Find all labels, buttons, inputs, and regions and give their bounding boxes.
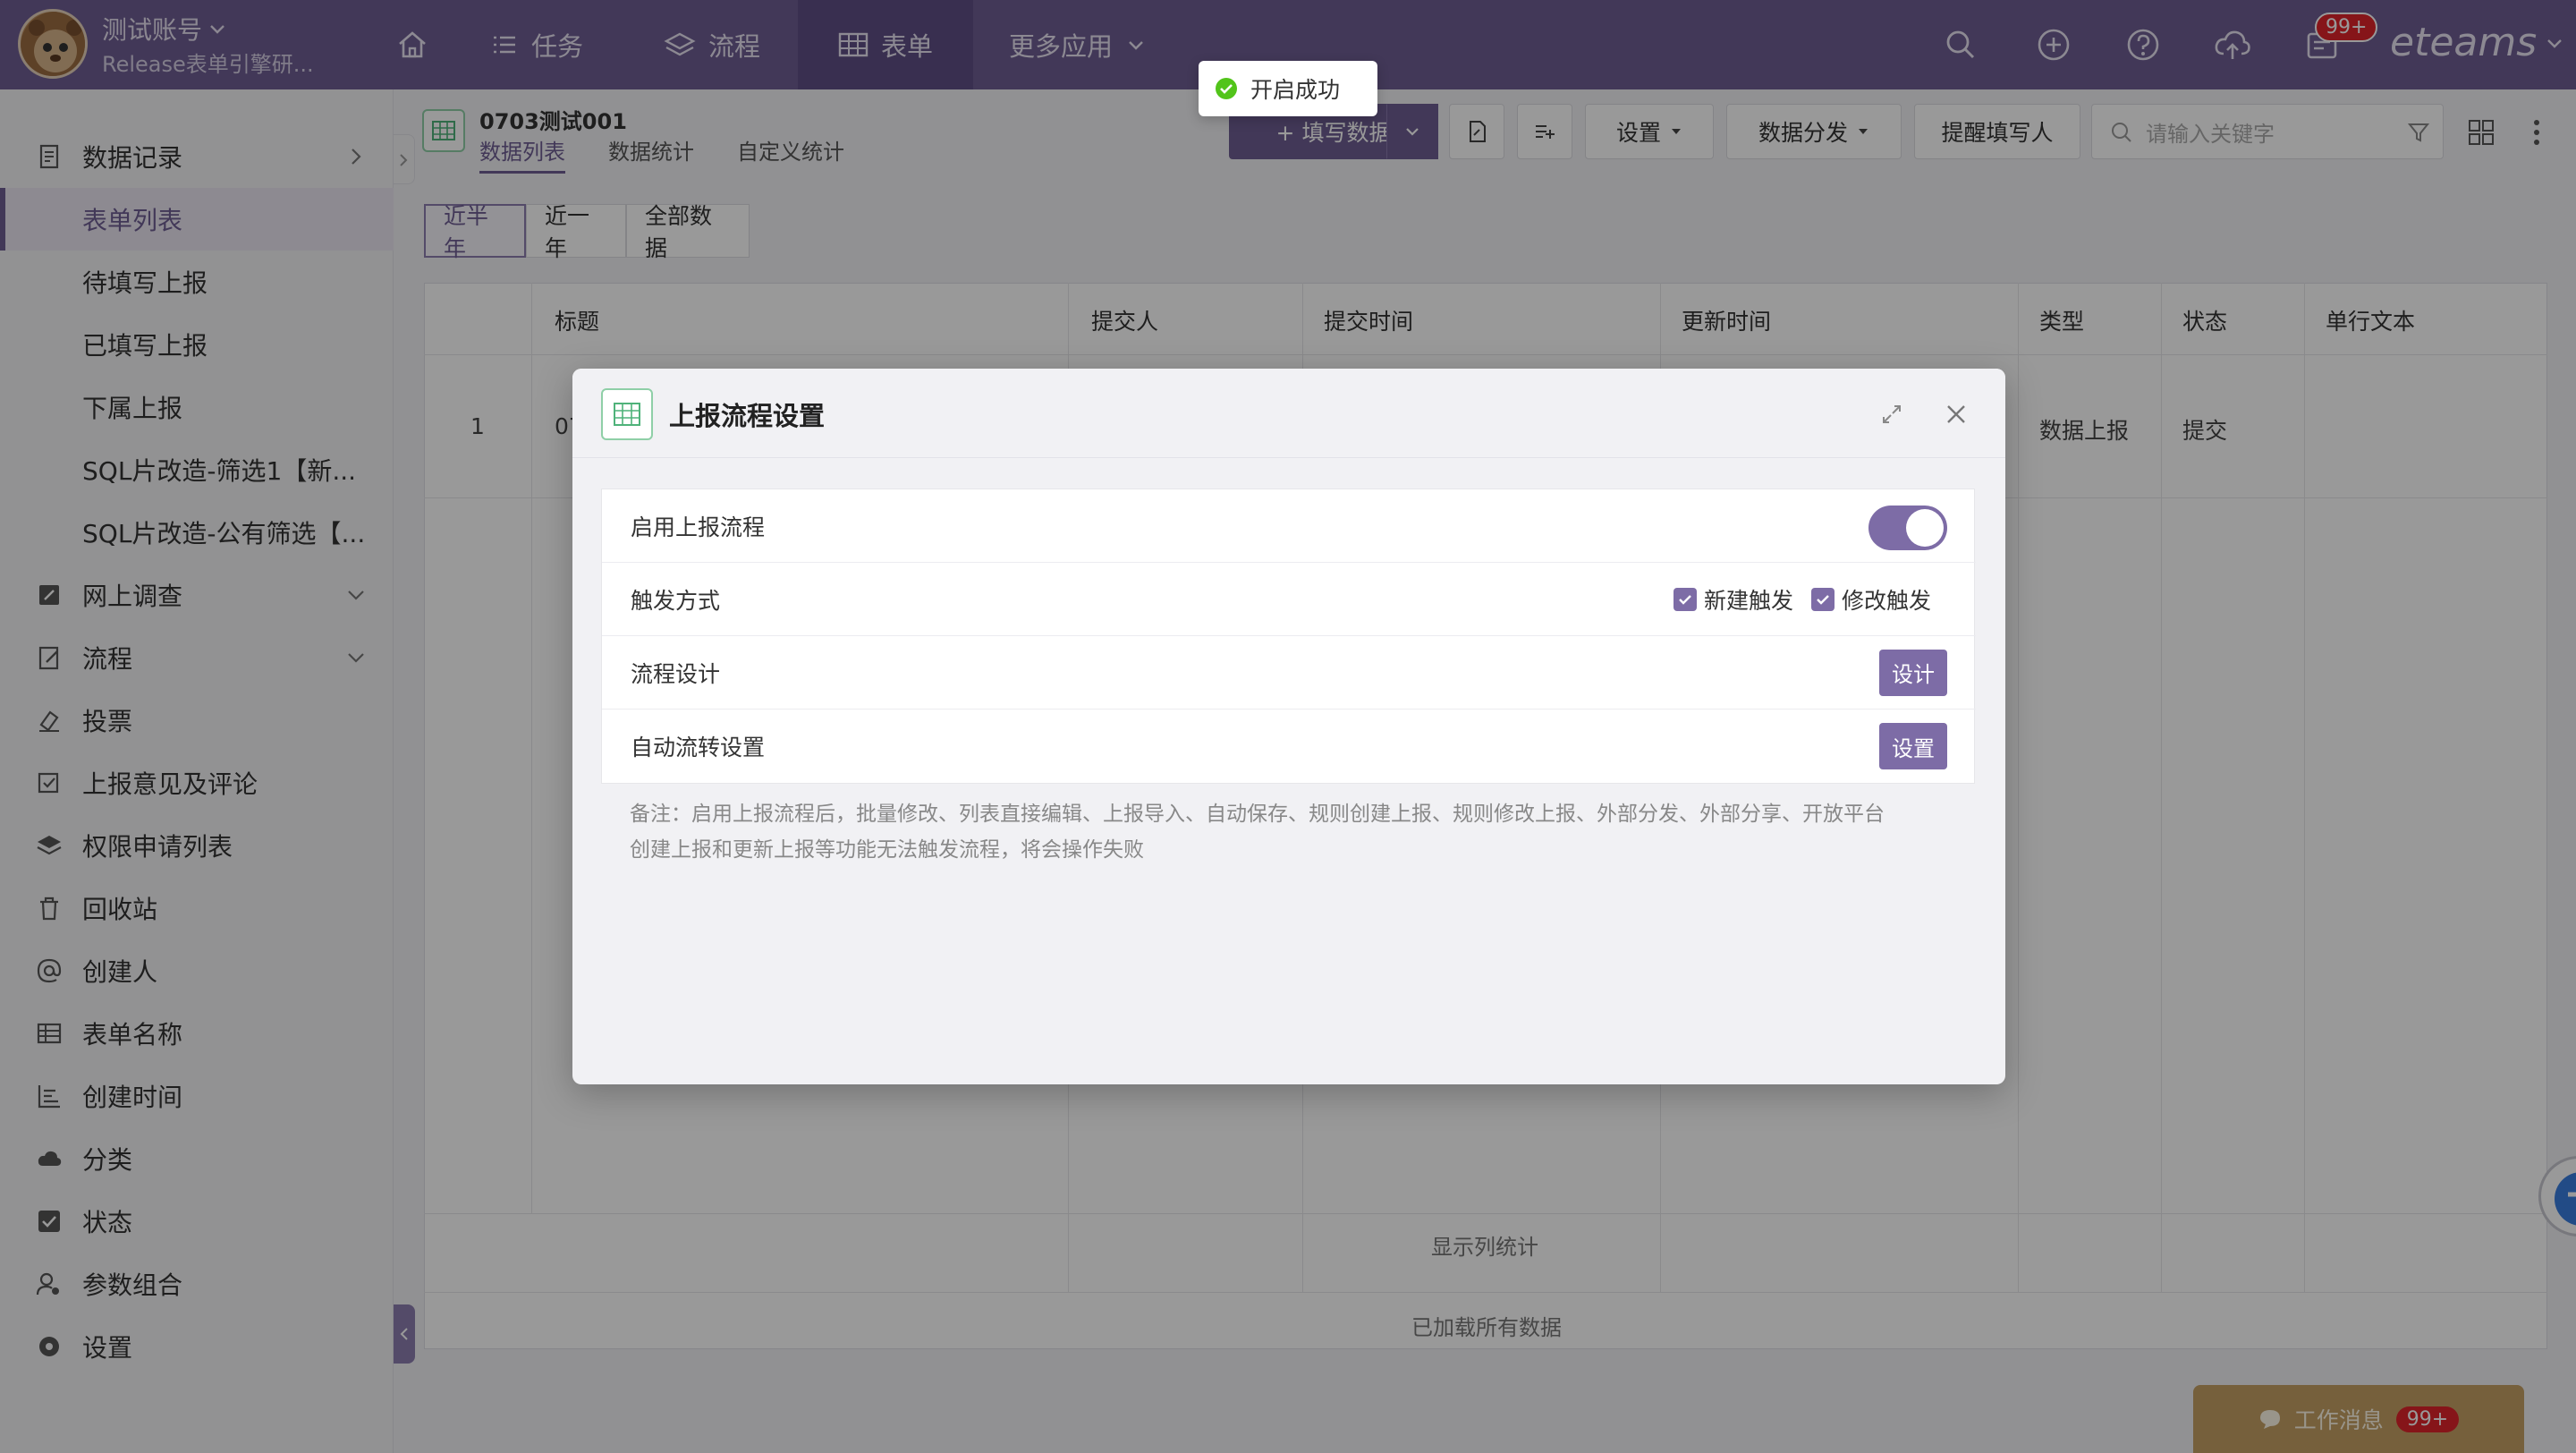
note-line-2: 创建上报和更新上报等功能无法触发流程，将会操作失败 <box>630 838 1144 862</box>
checkbox-checked-icon <box>1810 587 1835 611</box>
checkbox-checked-icon <box>1673 587 1697 611</box>
toast-message: 开启成功 <box>1250 77 1341 103</box>
dialog-note: 备注：启用上报流程后，批量修改、列表直接编辑、上报导入、自动保存、规则创建上报、… <box>630 796 1936 868</box>
note-line-1: 备注：启用上报流程后，批量修改、列表直接编辑、上报导入、自动保存、规则创建上报、… <box>630 803 1885 826</box>
report-workflow-settings-dialog: 上报流程设置 启用上报流程 触发方式 新建触发 修改触发 流程设计 设计 自动流… <box>572 369 2005 1084</box>
trigger-edit-label: 修改触发 <box>1841 587 1931 614</box>
trigger-new-label: 新建触发 <box>1703 587 1793 614</box>
trigger-edit-checkbox[interactable]: 修改触发 <box>1810 583 1931 616</box>
toggle-knob <box>1906 509 1944 547</box>
maximize-icon[interactable] <box>1878 401 1905 428</box>
settings-card: 启用上报流程 触发方式 新建触发 修改触发 流程设计 设计 自动流转设置 设置 <box>601 489 1976 784</box>
table-icon <box>614 403 640 426</box>
trigger-options: 新建触发 修改触发 <box>1673 583 1931 616</box>
design-button[interactable]: 设计 <box>1879 649 1947 696</box>
trigger-mode-label: 触发方式 <box>631 587 721 614</box>
enable-workflow-row: 启用上报流程 <box>602 489 1976 563</box>
auto-transfer-settings-button[interactable]: 设置 <box>1879 723 1947 769</box>
check-circle-icon <box>1216 78 1237 99</box>
enable-workflow-toggle[interactable] <box>1868 506 1947 550</box>
dialog-header: 上报流程设置 <box>572 369 2005 458</box>
workflow-design-label: 流程设计 <box>631 660 721 687</box>
dialog-form-icon <box>601 388 653 440</box>
trigger-new-checkbox[interactable]: 新建触发 <box>1673 583 1793 616</box>
workflow-design-row: 流程设计 设计 <box>602 636 1976 710</box>
dialog-title: 上报流程设置 <box>669 401 826 431</box>
auto-transfer-row: 自动流转设置 设置 <box>602 710 1976 783</box>
success-toast: 开启成功 <box>1199 61 1377 116</box>
auto-transfer-label: 自动流转设置 <box>631 735 766 760</box>
enable-workflow-label: 启用上报流程 <box>631 514 766 540</box>
close-icon[interactable] <box>1943 401 1970 428</box>
trigger-mode-row: 触发方式 新建触发 修改触发 <box>602 563 1976 636</box>
